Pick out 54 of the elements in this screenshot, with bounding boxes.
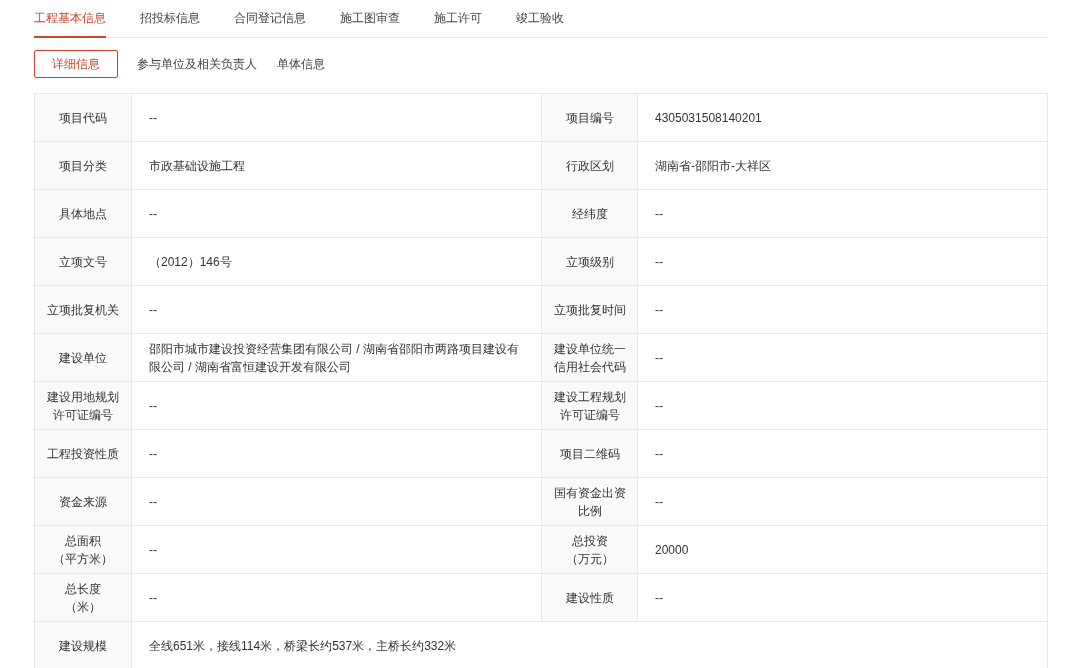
sub-tab[interactable]: 单体信息 [276, 50, 326, 78]
field-label: 经纬度 [541, 189, 638, 238]
field-value: 4305031508140201 [637, 93, 1048, 142]
field-label: 行政区划 [541, 141, 638, 190]
field-label: 立项级别 [541, 237, 638, 286]
field-value: -- [131, 477, 542, 526]
field-label: 具体地点 [34, 189, 132, 238]
sub-tab[interactable]: 详细信息 [34, 50, 118, 78]
field-value: -- [131, 381, 542, 430]
field-label: 总面积（平方米） [34, 525, 132, 574]
field-label: 建设单位 [34, 333, 132, 382]
field-value: 邵阳市城市建设投资经营集团有限公司 / 湖南省邵阳市两路项目建设有限公司 / 湖南省富恒建设开发有限公司 [131, 333, 542, 382]
field-label: 工程投资性质 [34, 429, 132, 478]
field-value: -- [131, 429, 542, 478]
field-label: 建设单位统一信用社会代码 [541, 333, 638, 382]
field-label: 建设用地规划许可证编号 [34, 381, 132, 430]
field-value: -- [131, 189, 542, 238]
tab[interactable]: 施工许可 [434, 0, 482, 38]
field-value: -- [131, 93, 542, 142]
field-label: 项目分类 [34, 141, 132, 190]
sub-tab[interactable]: 参与单位及相关负责人 [136, 50, 258, 78]
field-value: -- [637, 429, 1048, 478]
field-label: 建设性质 [541, 573, 638, 622]
field-label: 建设规模 [34, 621, 132, 668]
field-label: 国有资金出资比例 [541, 477, 638, 526]
tab[interactable]: 工程基本信息 [34, 0, 106, 38]
tab[interactable]: 施工图审查 [340, 0, 400, 38]
field-label: 建设工程规划许可证编号 [541, 381, 638, 430]
tab[interactable]: 合同登记信息 [234, 0, 306, 38]
field-value: -- [131, 525, 542, 574]
field-value: -- [637, 573, 1048, 622]
field-value: -- [637, 237, 1048, 286]
field-label: 项目代码 [34, 93, 132, 142]
field-label: 立项批复时间 [541, 285, 638, 334]
tab[interactable]: 竣工验收 [516, 0, 564, 38]
field-value: -- [637, 189, 1048, 238]
field-label: 资金来源 [34, 477, 132, 526]
field-label: 项目二维码 [541, 429, 638, 478]
field-value: -- [131, 285, 542, 334]
field-value: -- [637, 333, 1048, 382]
field-value: -- [131, 573, 542, 622]
field-value: -- [637, 381, 1048, 430]
field-value: -- [637, 285, 1048, 334]
field-value: -- [637, 477, 1048, 526]
field-label: 立项文号 [34, 237, 132, 286]
field-value: 20000 [637, 525, 1048, 574]
field-label: 项目编号 [541, 93, 638, 142]
tab[interactable]: 招投标信息 [140, 0, 200, 38]
field-value: 市政基础设施工程 [131, 141, 542, 190]
field-label: 总长度（米） [34, 573, 132, 622]
field-value: 湖南省-邵阳市-大祥区 [637, 141, 1048, 190]
field-label: 立项批复机关 [34, 285, 132, 334]
field-label: 总投资（万元） [541, 525, 638, 574]
field-value: （2012）146号 [131, 237, 542, 286]
